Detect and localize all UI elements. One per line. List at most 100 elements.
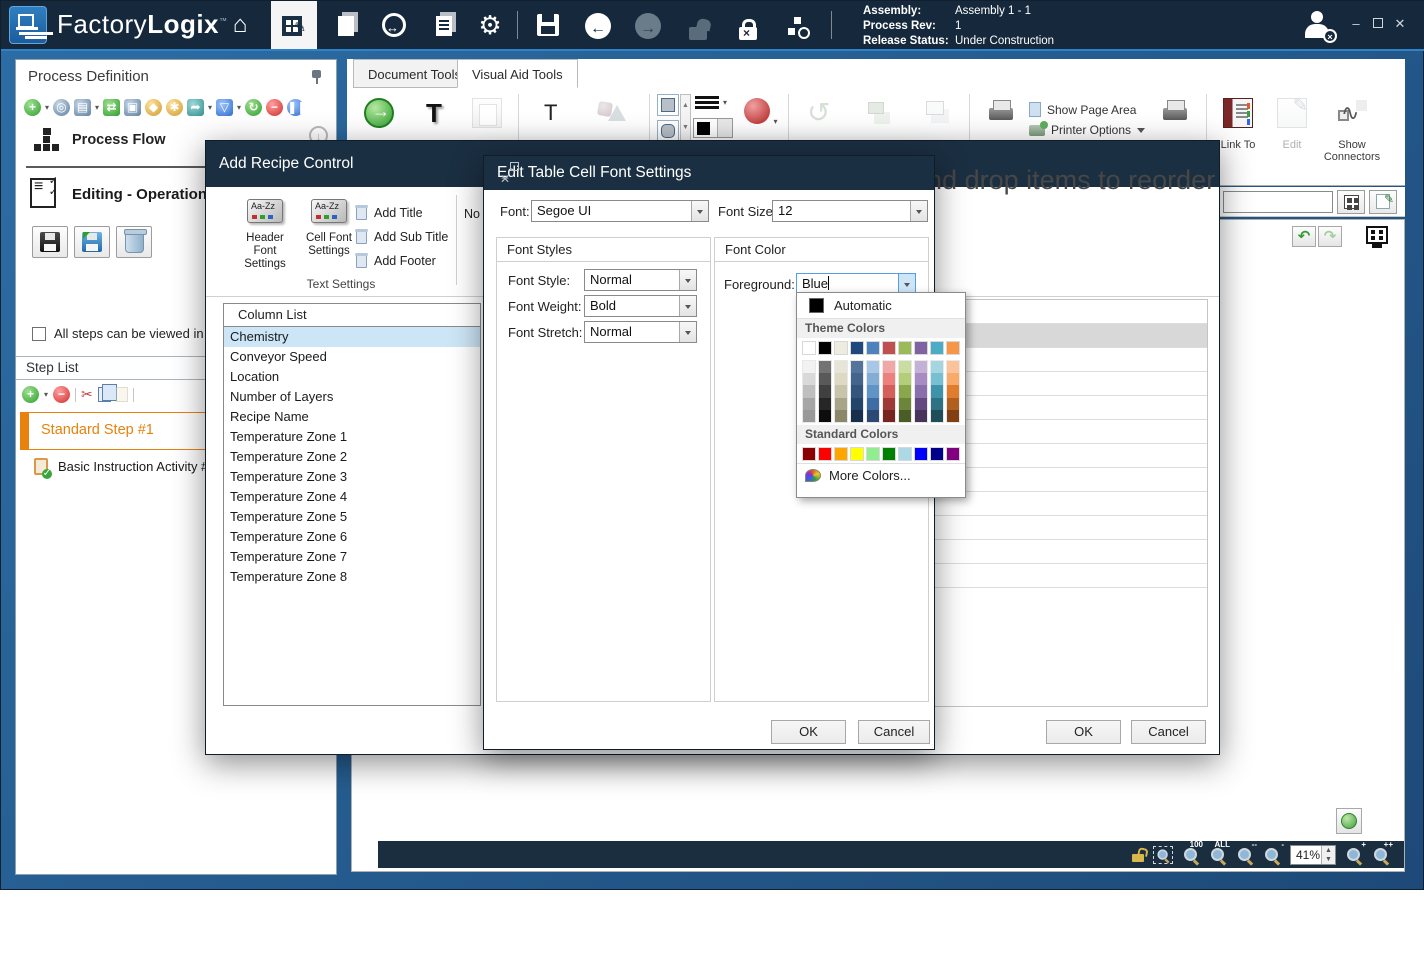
theme-color-swatch[interactable] — [818, 341, 832, 355]
column-list-item[interactable]: Recipe Name — [224, 407, 480, 427]
add-icon[interactable]: + — [24, 99, 41, 116]
theme-color-swatch[interactable] — [898, 341, 912, 355]
font-weight-combo[interactable]: Bold — [584, 295, 697, 317]
copy-icon[interactable] — [98, 387, 111, 402]
history-icon[interactable]: ↻ — [245, 99, 262, 116]
square-shape-button[interactable] — [657, 94, 679, 116]
find-icon[interactable]: ◎ — [53, 99, 70, 116]
theme-variant-swatch[interactable] — [803, 410, 815, 422]
show-connectors-button[interactable]: Show Connectors — [1320, 92, 1384, 176]
theme-variant-swatch[interactable] — [819, 398, 831, 410]
theme-variant-swatch[interactable] — [947, 410, 959, 422]
font-cancel-button[interactable]: Cancel — [858, 720, 930, 744]
delete-step-button[interactable] — [116, 226, 152, 258]
home-icon[interactable]: ⌂ — [225, 11, 255, 39]
theme-variant-swatch[interactable] — [883, 373, 895, 385]
print-icon[interactable]: ▤ — [74, 99, 91, 116]
shape-spinner[interactable]: ▲▼ — [680, 94, 691, 144]
standard-color-dark-blue[interactable] — [930, 447, 944, 461]
font-ok-button[interactable]: OK — [771, 720, 846, 744]
theme-variant-swatch[interactable] — [851, 398, 863, 410]
theme-variant-swatch[interactable] — [899, 361, 911, 373]
column-list-item[interactable]: Temperature Zone 3 — [224, 467, 480, 487]
fill-caret-icon[interactable]: ▾ — [774, 117, 778, 126]
theme-variant-swatch[interactable] — [835, 373, 847, 385]
theme-variant-swatch[interactable] — [915, 373, 927, 385]
zoom-out-fast-icon[interactable]: -- — [1236, 846, 1254, 864]
theme-variant-swatch[interactable] — [851, 361, 863, 373]
column-list-item[interactable]: Temperature Zone 5 — [224, 507, 480, 527]
column-list-item[interactable]: Location — [224, 367, 480, 387]
theme-variant-swatch[interactable] — [835, 361, 847, 373]
refresh-view-button[interactable] — [1336, 808, 1362, 834]
documents-icon[interactable] — [331, 11, 361, 39]
theme-variant-swatch[interactable] — [819, 361, 831, 373]
header-font-settings-button[interactable]: Header Font Settings — [234, 195, 296, 283]
standard-color-blue[interactable] — [914, 447, 928, 461]
standard-color-orange[interactable] — [834, 447, 848, 461]
theme-color-swatch[interactable] — [802, 341, 816, 355]
add-sub-title-item[interactable]: Add Sub Title — [356, 225, 466, 249]
standard-color-red[interactable] — [818, 447, 832, 461]
theme-variant-swatch[interactable] — [803, 398, 815, 410]
theme-variant-swatch[interactable] — [835, 385, 847, 397]
pause-icon[interactable]: ❚❚ — [287, 99, 304, 116]
theme-variant-swatch[interactable] — [899, 398, 911, 410]
cut-icon[interactable]: ✂ — [81, 386, 93, 403]
remove-step-icon[interactable]: − — [53, 386, 70, 403]
theme-variant-swatch[interactable] — [835, 398, 847, 410]
column-list-item[interactable]: Temperature Zone 4 — [224, 487, 480, 507]
export-caret-icon[interactable]: ▾ — [208, 103, 212, 112]
zoom-spinbox[interactable]: 41%▲▼ — [1290, 845, 1336, 865]
back-icon[interactable] — [583, 11, 613, 39]
zoom-spinner-arrows[interactable]: ▲▼ — [1321, 846, 1335, 864]
column-list-item[interactable]: Temperature Zone 1 — [224, 427, 480, 447]
standard-color-yellow[interactable] — [850, 447, 864, 461]
add-footer-item[interactable]: Add Footer — [356, 249, 466, 273]
theme-color-swatch[interactable] — [930, 341, 944, 355]
export-icon[interactable]: ➦ — [187, 99, 204, 116]
theme-color-swatch[interactable] — [914, 341, 928, 355]
presentation-icon[interactable]: ▣ — [124, 99, 141, 116]
theme-variant-swatch[interactable] — [819, 373, 831, 385]
standard-color-light-green[interactable] — [866, 447, 880, 461]
standard-color-light-blue[interactable] — [898, 447, 912, 461]
fullscreen-monitor-icon[interactable] — [1366, 226, 1388, 244]
column-list-item[interactable]: Chemistry — [224, 327, 480, 347]
report-icon[interactable] — [429, 11, 459, 39]
column-list-item[interactable]: Conveyor Speed — [224, 347, 480, 367]
process-editor-icon[interactable] — [277, 11, 307, 39]
minimize-button[interactable]: – — [1347, 17, 1365, 31]
paste-icon[interactable] — [116, 387, 128, 402]
theme-color-swatch[interactable] — [882, 341, 896, 355]
standard-color-purple[interactable] — [946, 447, 960, 461]
lock-x-icon[interactable]: × — [733, 11, 763, 39]
theme-variant-swatch[interactable] — [931, 410, 943, 422]
pin-icon[interactable] — [310, 68, 324, 84]
activity-row[interactable]: Basic Instruction Activity #1 — [34, 458, 216, 475]
gear-icon[interactable]: ✱ — [166, 99, 183, 116]
line-style-caret-icon[interactable]: ▾ — [723, 98, 727, 107]
printer-options-item[interactable]: Printer Options — [1029, 123, 1147, 137]
theme-variant-swatch[interactable] — [915, 398, 927, 410]
show-page-area-item[interactable]: Show Page Area — [1029, 102, 1147, 117]
theme-variant-swatch[interactable] — [867, 385, 879, 397]
theme-variant-swatch[interactable] — [915, 361, 927, 373]
font-stretch-combo[interactable]: Normal — [584, 321, 697, 343]
zoom-100-icon[interactable]: 100 — [1182, 846, 1200, 864]
theme-variant-swatch[interactable] — [915, 410, 927, 422]
add-title-item[interactable]: Add Title — [356, 201, 466, 225]
column-list-item[interactable]: Temperature Zone 8 — [224, 567, 480, 587]
font-family-combo[interactable]: Segoe UI — [531, 200, 709, 222]
import-step-button[interactable] — [74, 226, 110, 258]
theme-variant-swatch[interactable] — [947, 398, 959, 410]
theme-variant-swatch[interactable] — [931, 361, 943, 373]
standard-color-dark-red[interactable] — [802, 447, 816, 461]
lock-icon[interactable] — [1132, 854, 1144, 862]
column-list-item[interactable]: Number of Layers — [224, 387, 480, 407]
theme-variant-swatch[interactable] — [915, 385, 927, 397]
theme-variant-swatch[interactable] — [899, 373, 911, 385]
all-steps-checkbox[interactable] — [32, 327, 46, 341]
theme-variant-swatch[interactable] — [883, 385, 895, 397]
more-colors-item[interactable]: More Colors... — [797, 463, 965, 487]
